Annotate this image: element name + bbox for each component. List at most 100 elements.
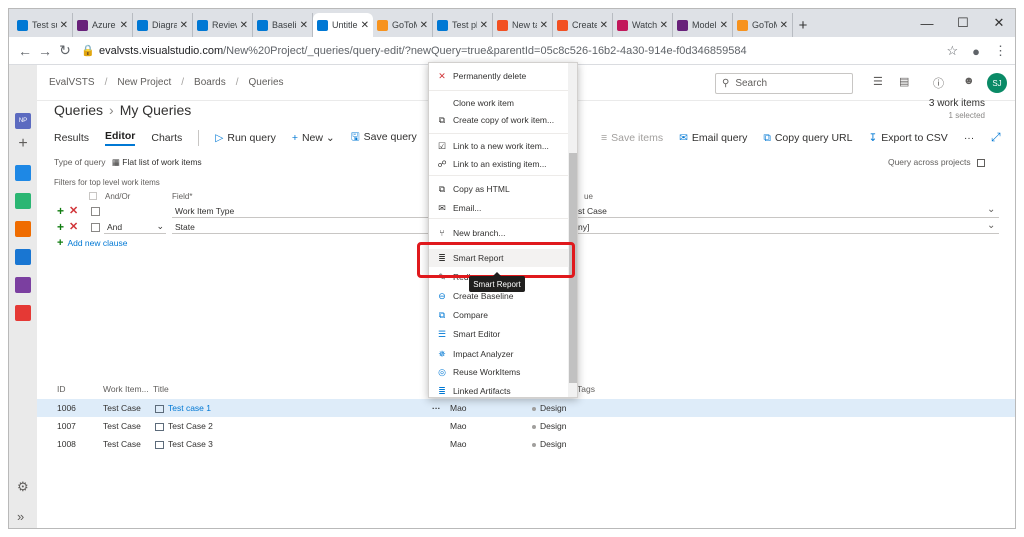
pipelines-icon[interactable] — [15, 249, 31, 265]
browser-tab[interactable]: Test pl ✕ — [433, 13, 493, 37]
run-query-button[interactable]: ▷ Run query — [215, 132, 276, 144]
tab-close-icon[interactable]: ✕ — [600, 20, 608, 31]
tab-charts[interactable]: Charts — [151, 132, 182, 144]
cell-title[interactable]: Test Case 3 — [155, 439, 213, 449]
repos-icon[interactable] — [15, 221, 31, 237]
copy-query-url-button[interactable]: ⧉ Copy query URL — [763, 132, 852, 145]
menu-scrollbar[interactable] — [568, 63, 577, 397]
tab-close-icon[interactable]: ✕ — [420, 20, 428, 31]
tab-close-icon[interactable]: ✕ — [180, 20, 188, 31]
browser-tab[interactable]: GoToM✕ — [373, 13, 433, 37]
cell-title[interactable]: Test Case 2 — [155, 421, 213, 431]
menu-item[interactable]: ◎ Reuse WorkItems — [429, 363, 569, 381]
browser-tab[interactable]: Model ✕ — [673, 13, 733, 37]
save-query-button[interactable]: 🖫 Save query — [351, 129, 417, 147]
browser-tab[interactable]: Untitle ✕ — [313, 13, 373, 37]
browser-tab[interactable]: Baseli ✕ — [253, 13, 313, 37]
add-new-clause-link[interactable]: + Add new clause — [57, 237, 127, 249]
query-across-checkbox[interactable] — [977, 158, 985, 167]
more-actions-button[interactable]: ··· — [964, 132, 975, 144]
artifacts-icon[interactable] — [15, 305, 31, 321]
remove-clause-icon[interactable]: ✕ — [69, 204, 78, 217]
account-icon[interactable]: ● — [972, 44, 980, 59]
header-type[interactable]: Work Item... — [103, 384, 149, 394]
chevron-down-icon[interactable]: ⌄ — [987, 204, 995, 215]
tab-close-icon[interactable]: ✕ — [540, 20, 548, 31]
type-select[interactable]: ▦ Flat list of work items — [112, 157, 202, 167]
tab-close-icon[interactable]: ✕ — [361, 20, 369, 31]
help-icon[interactable]: ⓘ — [933, 75, 944, 91]
tab-close-icon[interactable]: ✕ — [60, 20, 68, 31]
tab-editor[interactable]: Editor — [105, 130, 136, 146]
browser-tab[interactable]: Test su✕ — [13, 13, 73, 37]
query-across-projects[interactable]: Query across projects — [888, 157, 985, 167]
clause-checkbox[interactable] — [91, 223, 100, 232]
list-icon[interactable]: ☰ — [873, 75, 883, 88]
menu-item[interactable]: ☍ Link to an existing item... — [429, 155, 569, 173]
maximize-icon[interactable]: ☐ — [945, 9, 981, 37]
menu-item[interactable]: ☑ Link to a new work item... — [429, 137, 569, 155]
test-plans-icon[interactable] — [15, 277, 31, 293]
menu-item[interactable]: ✉ Email... — [429, 199, 569, 217]
insert-clause-icon[interactable]: + — [57, 204, 64, 218]
search-input[interactable]: ⚲ Search — [715, 73, 853, 94]
tab-close-icon[interactable]: ✕ — [780, 20, 788, 31]
collapse-nav-icon[interactable]: » — [17, 509, 24, 524]
tab-close-icon[interactable]: ✕ — [480, 20, 488, 31]
add-icon[interactable]: + — [15, 136, 31, 153]
menu-item[interactable]: ✵ Impact Analyzer — [429, 345, 569, 363]
breadcrumb-org[interactable]: EvalVSTS — [49, 77, 95, 88]
chevron-down-icon[interactable]: ⌄ — [987, 220, 995, 231]
export-csv-button[interactable]: ↧ Export to CSV — [868, 132, 947, 144]
tab-close-icon[interactable]: ✕ — [120, 20, 128, 31]
menu-item[interactable]: ⧉ Copy as HTML — [429, 180, 569, 198]
clause-checkbox[interactable] — [91, 207, 100, 216]
field-select-1[interactable]: Work Item Type — [172, 204, 435, 218]
tab-results[interactable]: Results — [54, 132, 89, 144]
header-title[interactable]: Title — [153, 384, 169, 394]
user-settings-icon[interactable]: ☻ — [963, 75, 975, 87]
minimize-icon[interactable]: — — [909, 9, 945, 37]
breadcrumb-queries[interactable]: Queries — [249, 77, 284, 88]
browser-tab[interactable]: GoToM✕ — [733, 13, 793, 37]
new-tab-button[interactable]: + — [793, 13, 813, 37]
table-row[interactable]: 1006 Test Case Mao Test case 1 ··· Design — [37, 399, 1015, 417]
reload-icon[interactable]: ↻ — [55, 42, 75, 59]
back-icon[interactable]: ← — [15, 43, 35, 59]
avatar[interactable]: SJ — [987, 73, 1007, 93]
menu-item[interactable]: ≣ Linked Artifacts — [429, 382, 569, 397]
browser-tab[interactable]: Review✕ — [193, 13, 253, 37]
breadcrumb-project[interactable]: New Project — [117, 77, 171, 88]
save-items-button[interactable]: ≡ Save items — [601, 132, 663, 144]
browser-tab[interactable]: Diagra ✕ — [133, 13, 193, 37]
menu-item[interactable]: ⑂ New branch... — [429, 224, 569, 242]
boards-icon[interactable] — [15, 193, 31, 209]
tab-close-icon[interactable]: ✕ — [720, 20, 728, 31]
cell-title[interactable]: Test case 1 — [155, 403, 211, 413]
header-id[interactable]: ID — [57, 384, 66, 394]
remove-clause-icon[interactable]: ✕ — [69, 220, 78, 233]
browser-tab[interactable]: Create ✕ — [553, 13, 613, 37]
menu-item[interactable]: ☰ Smart Editor — [429, 325, 569, 343]
expand-icon[interactable]: ⤢ — [991, 130, 1001, 145]
browser-tab[interactable]: Watch ✕ — [613, 13, 673, 37]
header-tags[interactable]: Tags — [577, 384, 595, 394]
close-window-icon[interactable]: ✕ — [981, 9, 1015, 37]
value-select-1[interactable]: st Case — [575, 204, 999, 218]
value-select-2[interactable]: ny] — [575, 220, 999, 234]
field-select-2[interactable]: State — [172, 220, 435, 234]
bookmark-star-icon[interactable]: ☆ — [946, 43, 958, 59]
forward-icon[interactable]: → — [35, 43, 55, 59]
table-row[interactable]: 1008 Test Case Mao Test Case 3 Design — [37, 435, 1015, 453]
bag-icon[interactable]: ▤ — [899, 75, 909, 88]
queries-link[interactable]: Queries — [54, 102, 103, 118]
menu-item[interactable]: ✕ Permanently delete — [429, 67, 569, 85]
overview-icon[interactable] — [15, 165, 31, 181]
browser-tab[interactable]: New ta✕ — [493, 13, 553, 37]
browser-menu-icon[interactable]: ⋮ — [994, 43, 1007, 59]
menu-item[interactable]: Clone work item — [429, 94, 569, 112]
project-icon[interactable]: NP — [15, 113, 31, 129]
email-query-button[interactable]: ✉ Email query — [679, 132, 747, 144]
menu-item[interactable]: ⧉ Create copy of work item... — [429, 111, 569, 129]
breadcrumb-boards[interactable]: Boards — [194, 77, 226, 88]
